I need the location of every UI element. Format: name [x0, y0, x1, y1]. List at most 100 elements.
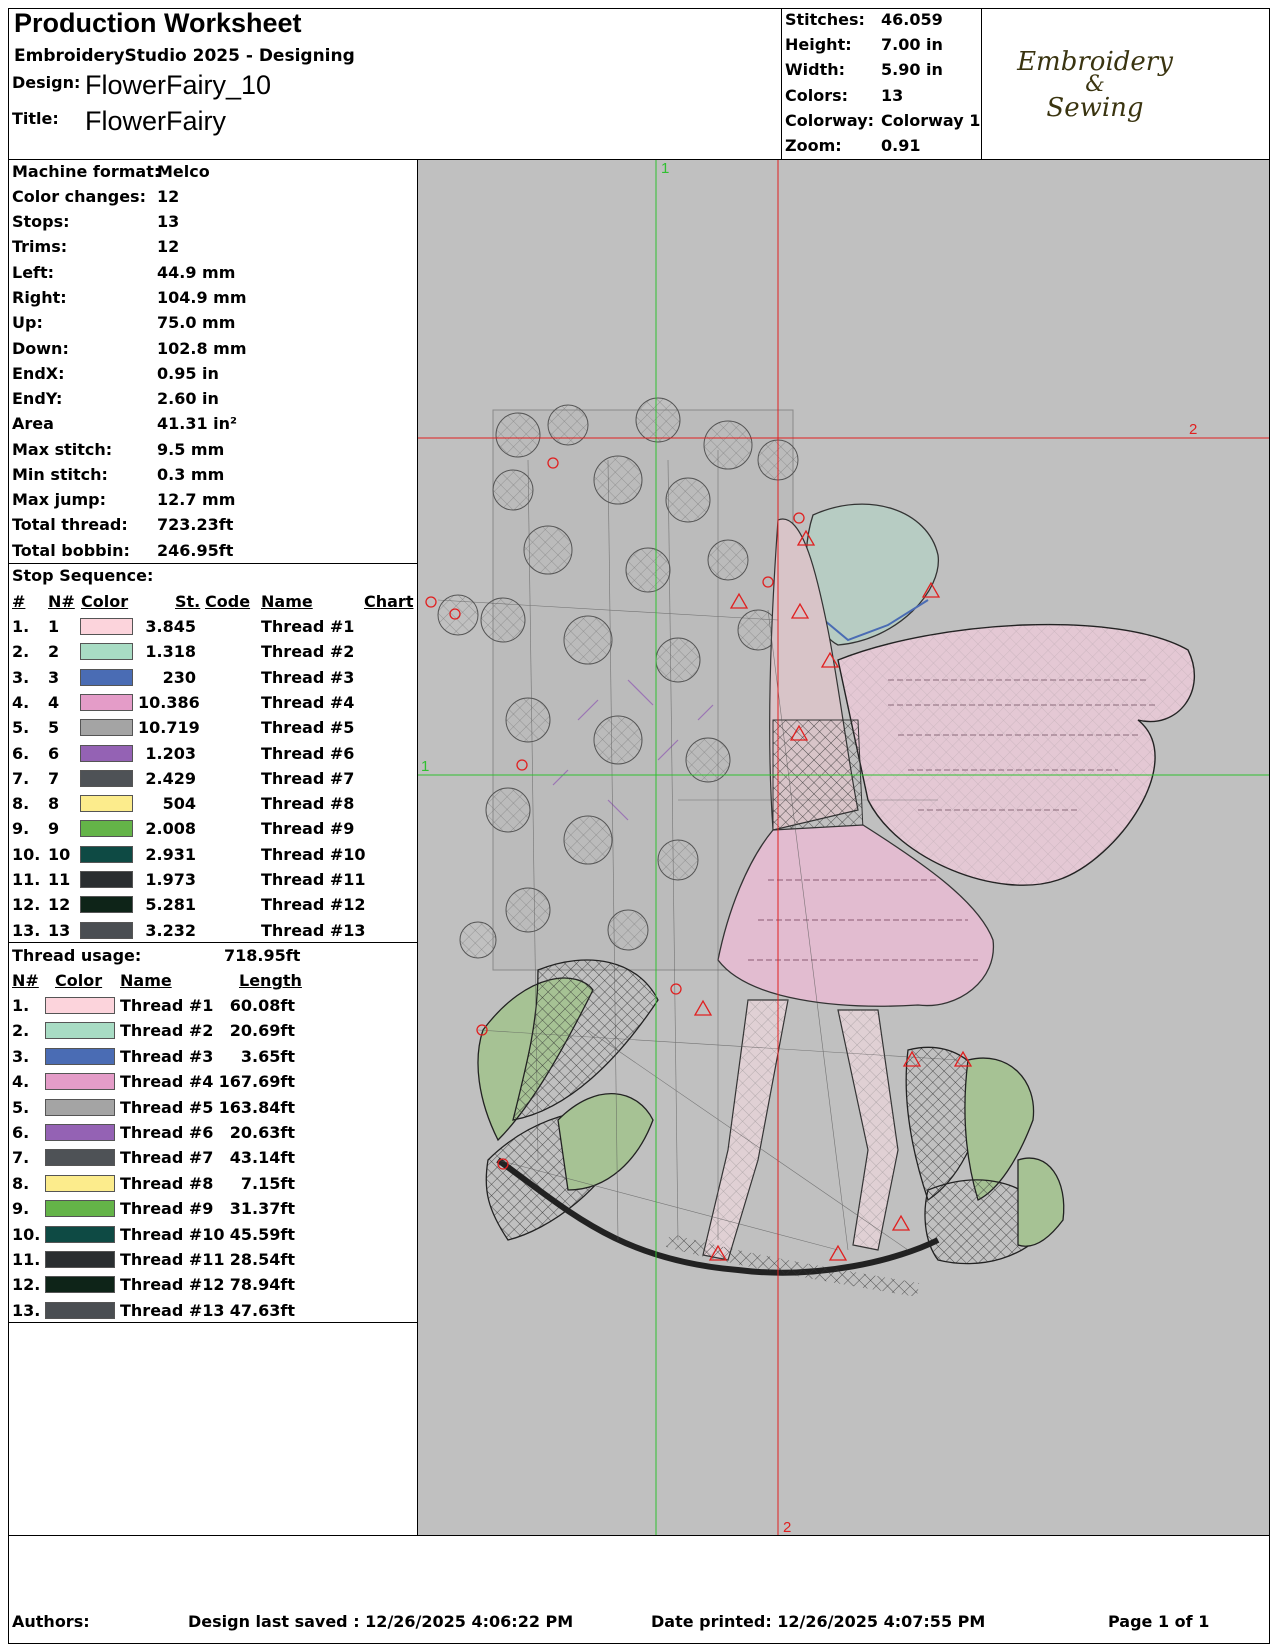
- stop-row-name: Thread #12: [261, 895, 366, 915]
- col-header-needle: N#: [48, 592, 75, 611]
- stop-row-stitches: 3.232: [145, 920, 196, 940]
- thread-color-swatch: [80, 643, 133, 661]
- summary-value: 5.90 in: [881, 60, 943, 79]
- stop-row-needle: 13: [48, 920, 71, 940]
- usage-row-name: Thread #6: [120, 1123, 214, 1142]
- info-label: Area: [12, 414, 54, 433]
- stop-row-needle: 9: [48, 819, 60, 839]
- thread-color-swatch: [45, 1200, 115, 1218]
- usage-row-name: Thread #1: [120, 996, 214, 1015]
- info-label: Up:: [12, 313, 43, 332]
- stop-row-needle: 11: [48, 870, 71, 889]
- info-value: 75.0 mm: [157, 313, 236, 332]
- usage-row-number: 12.: [12, 1275, 41, 1295]
- thread-color-swatch: [45, 1047, 115, 1065]
- col-header-num: #: [12, 592, 26, 611]
- summary-label: Colors:: [785, 86, 849, 105]
- info-value: 2.60 in: [157, 389, 219, 408]
- stop-row-stitches: 1.318: [145, 642, 196, 662]
- stop-row-number: 2.: [12, 642, 30, 662]
- red-guide-label-bottom: 2: [783, 1519, 791, 1535]
- usage-row-length: 20.69ft: [229, 1021, 295, 1041]
- stop-row-stitches: 2.008: [145, 819, 196, 839]
- stop-row-name: Thread #7: [261, 768, 355, 788]
- usage-row-name: Thread #7: [120, 1148, 214, 1168]
- green-guide-label-left: 1: [421, 758, 429, 775]
- usage-row-length: 78.94ft: [229, 1275, 295, 1295]
- stop-row-needle: 8: [48, 794, 60, 814]
- col-header-color: Color: [81, 592, 129, 611]
- info-value: 12.7 mm: [157, 490, 236, 509]
- usage-row-number: 2.: [12, 1021, 30, 1041]
- stop-row-stitches: 10.719: [138, 718, 200, 738]
- section-divider: [8, 563, 418, 564]
- stop-row-number: 13.: [12, 920, 41, 940]
- stop-row-stitches: 1.203: [145, 743, 196, 763]
- stop-row-name: Thread #10: [261, 844, 366, 864]
- stop-row-number: 9.: [12, 819, 30, 839]
- stop-row-needle: 12: [48, 895, 71, 915]
- thread-color-swatch: [80, 769, 133, 787]
- thread-color-swatch: [80, 921, 133, 939]
- usage-row-length: 45.59ft: [229, 1224, 295, 1244]
- usage-row-length: 28.54ft: [229, 1250, 295, 1269]
- info-label: EndY:: [12, 389, 63, 408]
- info-value: 12: [157, 237, 180, 256]
- thread-color-swatch: [45, 1098, 115, 1116]
- stop-row-needle: 10: [48, 844, 71, 864]
- footer-date-printed: Date printed: 12/26/2025 4:07:55 PM: [651, 1612, 986, 1631]
- col-header-name: Name: [120, 971, 172, 990]
- summary-label: Zoom:: [785, 136, 842, 155]
- usage-row-number: 10.: [12, 1224, 41, 1244]
- col-header-length: Length: [239, 971, 302, 990]
- summary-label: Stitches:: [785, 10, 865, 29]
- design-preview-area[interactable]: 1 1 2 2: [418, 160, 1269, 1535]
- usage-row-name: Thread #9: [120, 1199, 214, 1219]
- worksheet-title: Production Worksheet: [14, 8, 302, 38]
- red-guide-label-right: 2: [1189, 421, 1197, 438]
- footer-last-saved: Design last saved : 12/26/2025 4:06:22 P…: [188, 1612, 574, 1631]
- thread-color-swatch: [80, 845, 133, 863]
- info-label: Total bobbin:: [12, 541, 130, 560]
- stop-row-stitches: 5.281: [145, 895, 196, 915]
- thread-color-swatch: [80, 744, 133, 762]
- col-header-chart: Chart: [364, 592, 414, 611]
- thread-color-swatch: [45, 1022, 115, 1040]
- stop-row-name: Thread #8: [261, 794, 355, 814]
- thread-color-swatch: [80, 668, 133, 686]
- usage-row-number: 13.: [12, 1300, 41, 1320]
- stop-sequence-title: Stop Sequence:: [12, 566, 154, 585]
- thread-color-swatch: [80, 896, 133, 914]
- software-subtitle: EmbroideryStudio 2025 - Designing: [14, 46, 355, 66]
- stop-row-name: Thread #3: [261, 667, 355, 687]
- usage-row-number: 5.: [12, 1097, 30, 1117]
- stop-row-stitches: 504: [162, 794, 196, 814]
- stop-row-number: 12.: [12, 895, 41, 915]
- usage-row-number: 4.: [12, 1072, 30, 1092]
- footer-divider: [8, 1535, 1270, 1536]
- stop-row-stitches: 10.386: [138, 692, 200, 712]
- summary-divider-left: [781, 8, 782, 160]
- summary-value: 0.91: [881, 136, 921, 155]
- info-label: Color changes:: [12, 187, 146, 206]
- col-header-name: Name: [261, 592, 313, 611]
- title-label: Title:: [12, 109, 59, 128]
- usage-row-name: Thread #8: [120, 1173, 214, 1193]
- thread-color-swatch: [45, 1174, 115, 1192]
- usage-row-name: Thread #5: [120, 1097, 214, 1117]
- thread-color-swatch: [45, 1073, 115, 1091]
- summary-value: 13: [881, 86, 904, 105]
- footer-page-number: Page 1 of 1: [1108, 1612, 1210, 1631]
- title-value: FlowerFairy: [85, 106, 227, 136]
- stop-row-needle: 6: [48, 743, 60, 763]
- stop-row-needle: 2: [48, 642, 60, 662]
- stop-row-name: Thread #5: [261, 718, 355, 738]
- summary-divider-right: [981, 8, 982, 160]
- usage-row-length: 3.65ft: [240, 1046, 295, 1066]
- summary-value: 7.00 in: [881, 35, 943, 54]
- stop-row-stitches: 2.931: [145, 844, 196, 864]
- design-label: Design:: [12, 73, 81, 92]
- info-value: 246.95ft: [157, 541, 234, 560]
- stop-row-number: 6.: [12, 743, 30, 763]
- stop-row-needle: 7: [48, 768, 60, 788]
